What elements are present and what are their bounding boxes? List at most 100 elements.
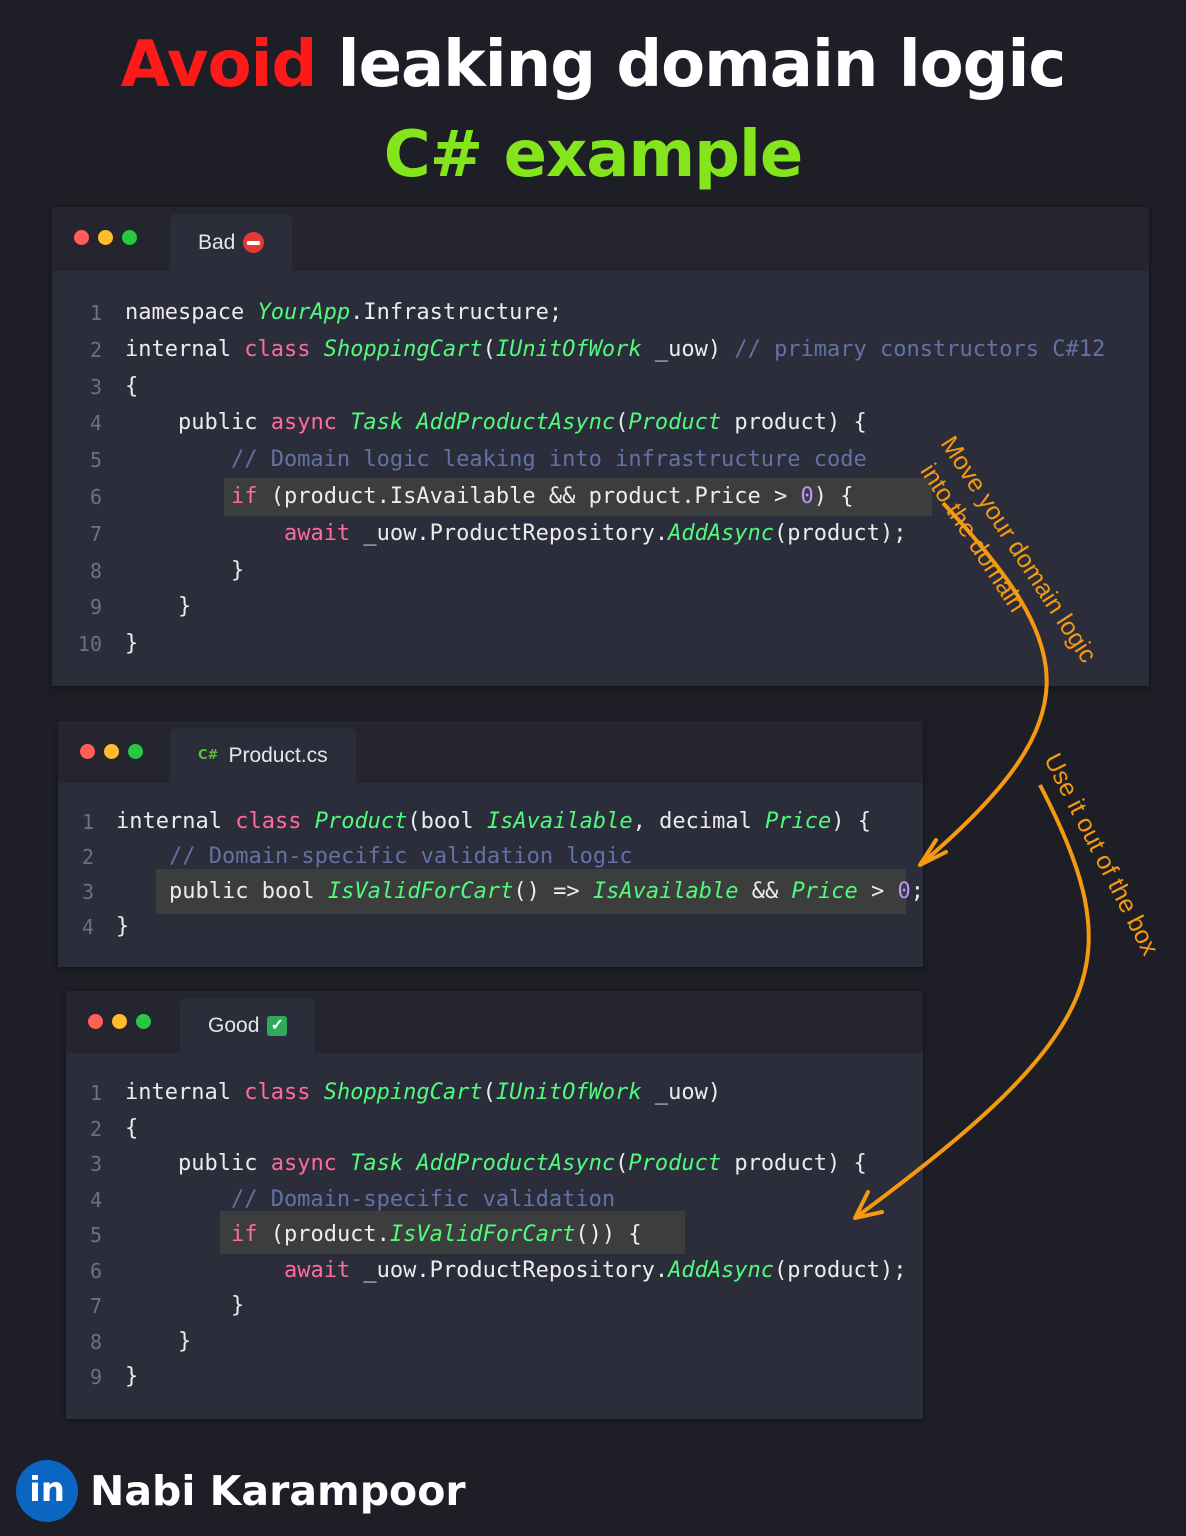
line-number: 9: [89, 1365, 102, 1389]
line-number: 6: [89, 485, 102, 509]
author-footer: in Nabi Karampoor: [16, 1460, 466, 1522]
code-line: internal class Product(bool IsAvailable,…: [116, 805, 871, 839]
window-controls: [74, 230, 137, 245]
code-line: if (product.IsAvailable && product.Price…: [125, 480, 854, 514]
code-token: (: [615, 1151, 629, 1176]
code-token: () =>: [513, 879, 593, 904]
code-token: {: [125, 1115, 139, 1141]
code-token: , decimal: [632, 809, 766, 834]
code-line: if (product.IsValidForCart()) {: [125, 1218, 642, 1252]
code-token: Task: [350, 410, 417, 436]
code-token: _uow.ProductRepository.: [350, 1257, 669, 1283]
line-number: 1: [89, 1081, 102, 1105]
code-line: }: [125, 554, 244, 588]
maximize-dot-icon[interactable]: [128, 744, 143, 759]
code-token: Product: [628, 410, 722, 436]
code-line: internal class ShoppingCart(IUnitOfWork …: [125, 1076, 721, 1110]
code-token: Price: [791, 879, 858, 904]
tab-bad[interactable]: Bad: [170, 214, 293, 271]
code-line: }: [125, 1325, 191, 1359]
line-number: 5: [89, 1223, 102, 1247]
code-line: }: [125, 1289, 244, 1323]
line-number: 10: [77, 632, 102, 657]
code-token: IsAvailable: [486, 809, 633, 834]
code-token: await: [283, 1257, 351, 1283]
code-token: // primary constructors C#12: [734, 336, 1106, 362]
code-token: }: [125, 594, 192, 620]
code-token: class: [244, 336, 324, 362]
code-token: Task: [350, 1151, 417, 1176]
tab-good[interactable]: Good ✓: [180, 998, 316, 1053]
code-token: // Domain-specific validation: [125, 1186, 616, 1212]
tab-label: Bad: [198, 230, 236, 254]
code-token: (product.: [257, 1222, 390, 1247]
code-token: ()) {: [575, 1222, 642, 1247]
title-avoid: Avoid: [120, 28, 318, 102]
close-dot-icon[interactable]: [74, 230, 89, 245]
code-token: async: [270, 1151, 351, 1176]
line-number: 6: [89, 1258, 102, 1283]
code-token: }: [125, 1328, 192, 1354]
code-token: YourApp: [257, 300, 351, 325]
code-token: .Infrastructure;: [350, 300, 563, 325]
page-subtitle: C# example: [383, 118, 804, 192]
code-token: product) {: [721, 410, 867, 436]
tab-label: Good: [208, 1013, 260, 1037]
code-token: internal: [116, 809, 236, 834]
code-token: public: [125, 1151, 271, 1176]
code-token: AddProductAsync: [416, 410, 616, 436]
code-token: }: [125, 631, 139, 657]
arrow-move-head-icon: [918, 838, 948, 867]
code-token: internal: [125, 1080, 245, 1105]
line-number: 1: [81, 810, 94, 834]
code-token: Product: [314, 809, 408, 834]
line-number: 8: [89, 558, 102, 583]
code-token: if: [230, 484, 258, 509]
minimize-dot-icon[interactable]: [98, 230, 113, 245]
code-token: (product);: [774, 520, 907, 546]
line-number: 3: [81, 880, 94, 904]
code-line: public async Task AddProductAsync(Produc…: [125, 1147, 867, 1181]
line-number: 4: [89, 411, 102, 436]
code-line: {: [125, 1112, 138, 1146]
code-window-bad: Bad 1 namespace YourApp.Infrastructure; 2 i…: [52, 207, 1149, 686]
line-number: 4: [81, 915, 94, 939]
code-line: // Domain-specific validation logic: [116, 840, 633, 874]
close-dot-icon[interactable]: [80, 744, 95, 759]
window-titlebar: Good ✓: [66, 991, 923, 1053]
minimize-dot-icon[interactable]: [112, 1014, 127, 1029]
code-token: Price: [765, 809, 832, 834]
code-window-product: C# Product.cs 1 internal class Product(bo…: [58, 721, 924, 967]
close-dot-icon[interactable]: [88, 1014, 103, 1029]
code-token: AddAsync: [668, 1257, 775, 1283]
code-line: // Domain-specific validation: [125, 1183, 615, 1217]
code-line: }: [125, 627, 138, 661]
code-line: await _uow.ProductRepository.AddAsync(pr…: [125, 517, 907, 551]
code-token: ) {: [813, 484, 854, 509]
maximize-dot-icon[interactable]: [122, 230, 137, 245]
code-token: internal: [125, 336, 245, 362]
check-mark-icon: ✓: [267, 1015, 288, 1036]
code-token: public: [125, 410, 271, 436]
linkedin-icon[interactable]: in: [16, 1460, 78, 1522]
code-token: (: [615, 410, 629, 436]
maximize-dot-icon[interactable]: [136, 1014, 151, 1029]
code-token: IsValidForCart: [389, 1222, 576, 1247]
annotation-line: Use it out of the box: [1038, 748, 1165, 960]
line-number: 7: [89, 521, 102, 546]
code-line: namespace YourApp.Infrastructure;: [125, 296, 562, 330]
code-line: public bool IsValidForCart() => IsAvaila…: [116, 875, 924, 909]
line-number: 3: [89, 374, 102, 399]
line-number: 7: [89, 1294, 102, 1318]
code-token: 0: [800, 484, 814, 509]
minimize-dot-icon[interactable]: [104, 744, 119, 759]
line-number: 2: [89, 337, 102, 362]
code-token: IsValidForCart: [327, 879, 514, 904]
code-line: public async Task AddProductAsync(Produc…: [125, 406, 867, 440]
tab-product-cs[interactable]: C# Product.cs: [170, 728, 356, 783]
code-line: {: [125, 370, 138, 404]
line-number: 4: [89, 1187, 102, 1212]
code-token: (: [482, 1080, 496, 1105]
